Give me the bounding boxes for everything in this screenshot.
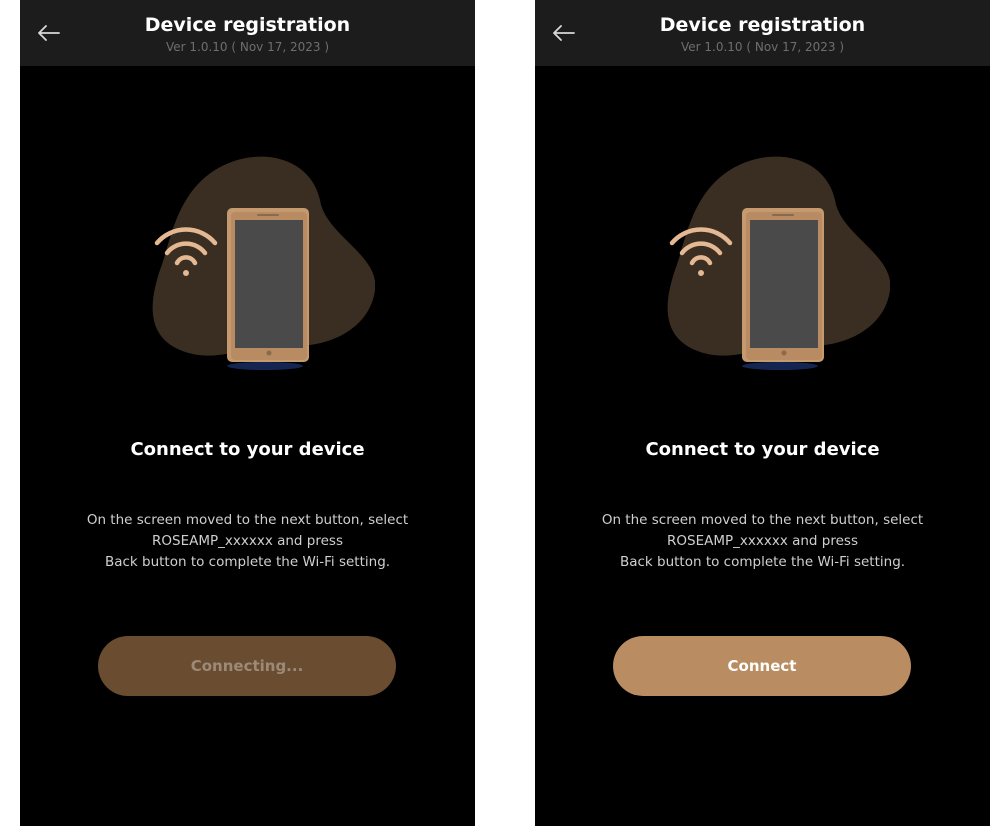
device-illustration: [667, 156, 890, 370]
header-bar: Device registration Ver 1.0.10 ( Nov 17,…: [535, 0, 990, 66]
device-illustration: [152, 156, 375, 370]
smartphone-icon: [742, 208, 824, 362]
smartphone-icon: [227, 208, 309, 362]
version-label: Ver 1.0.10 ( Nov 17, 2023 ): [680, 40, 845, 54]
connect-button[interactable]: Connect: [613, 636, 911, 696]
device-shadow: [742, 362, 818, 370]
instructions-line: ROSEAMP_xxxxxx and press: [667, 533, 858, 549]
version-label: Ver 1.0.10 ( Nov 17, 2023 ): [165, 40, 330, 54]
instructions-line: Back button to complete the Wi-Fi settin…: [104, 554, 391, 570]
instructions-line: On the screen moved to the next button, …: [86, 512, 409, 528]
instructions-line: ROSEAMP_xxxxxx and press: [152, 533, 343, 549]
instructions-line: Back button to complete the Wi-Fi settin…: [619, 554, 906, 570]
connect-heading: Connect to your device: [645, 439, 880, 460]
connecting-button[interactable]: Connecting...: [98, 636, 396, 696]
instructions-line: On the screen moved to the next button, …: [601, 512, 924, 528]
instructions-text: On the screen moved to the next button, …: [40, 510, 455, 573]
device-shadow: [227, 362, 303, 370]
instructions-text: On the screen moved to the next button, …: [555, 510, 970, 573]
page-title: Device registration: [659, 14, 866, 36]
connect-heading: Connect to your device: [130, 439, 365, 460]
header-bar: Device registration Ver 1.0.10 ( Nov 17,…: [20, 0, 475, 66]
screen-connect: Device registration Ver 1.0.10 ( Nov 17,…: [535, 0, 990, 826]
screen-connecting: Device registration Ver 1.0.10 ( Nov 17,…: [20, 0, 475, 826]
page-title: Device registration: [144, 14, 351, 36]
